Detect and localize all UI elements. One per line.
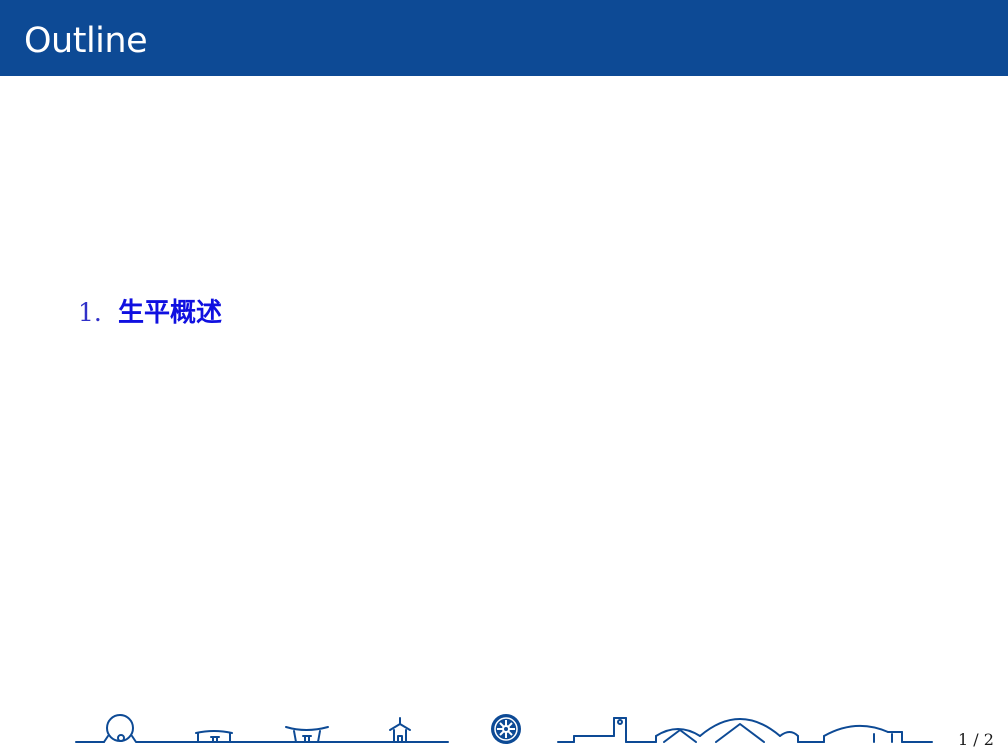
- page-number: 1 / 2: [958, 730, 994, 749]
- outline-list: 1. 生平概述: [78, 292, 222, 329]
- university-emblem-icon: [491, 714, 521, 744]
- slide-title: Outline: [24, 21, 148, 61]
- outline-item[interactable]: 1. 生平概述: [78, 292, 222, 329]
- outline-item-number: 1.: [78, 298, 102, 327]
- campus-skyline-icon: [75, 714, 933, 744]
- slide-title-bar: Outline: [0, 0, 1008, 76]
- outline-item-label[interactable]: 生平概述: [118, 292, 222, 329]
